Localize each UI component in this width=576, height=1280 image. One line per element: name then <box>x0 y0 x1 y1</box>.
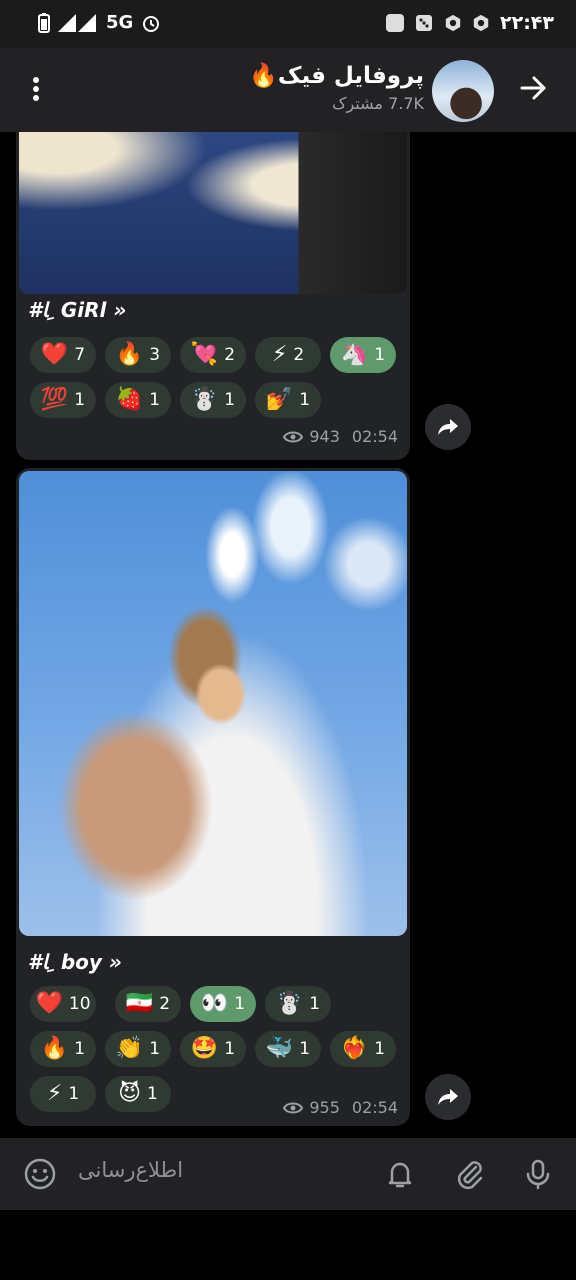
forward-button-2[interactable] <box>425 1074 471 1120</box>
post-meta-2: 955 02:54 <box>283 1098 398 1117</box>
app-notification-icon <box>386 14 404 32</box>
reaction-cupid-heart[interactable]: 💘 2 <box>180 337 246 373</box>
reaction-devil[interactable]: 😈 1 <box>105 1076 171 1112</box>
settings-hex-icon-2 <box>473 14 489 32</box>
post-photo-1[interactable] <box>19 132 407 294</box>
reaction-lightning[interactable]: ⚡ 2 <box>255 337 321 373</box>
battery-icon <box>38 12 50 33</box>
reaction-strawberry[interactable]: 🍓 1 <box>105 382 171 418</box>
share-arrow-icon <box>438 419 458 435</box>
post-time: 02:54 <box>351 1098 398 1117</box>
clock: ۲۲:۴۳ <box>500 12 554 34</box>
signal-icon <box>58 13 96 32</box>
reaction-lightning[interactable]: ⚡ 1 <box>30 1076 96 1112</box>
reaction-snowman[interactable]: ☃️ 1 <box>265 986 331 1022</box>
views-eye-icon <box>283 1102 304 1113</box>
reaction-iran-flag[interactable]: 🇮🇷 2 <box>115 986 181 1022</box>
reaction-whale[interactable]: 🐳 1 <box>255 1031 321 1067</box>
forward-button-1[interactable] <box>425 404 471 450</box>
dice-icon <box>416 15 432 31</box>
post-photo-2[interactable] <box>19 471 407 936</box>
post-time: 02:54 <box>351 427 398 446</box>
reaction-heart[interactable]: ❤️ 7 <box>30 337 96 373</box>
reaction-snowman[interactable]: ☃️ 1 <box>180 382 246 418</box>
message-bubble-2[interactable]: #ﺎ ِ boy » ❤️ 10 🇮🇷 2 👀 1 ☃️ 1 🔥 1 👏 1 🤩 1 🐳 1 ❤… <box>16 468 410 1126</box>
system-nav-bar <box>0 1210 576 1280</box>
status-bar: 5G ۲۲:۴۳ <box>0 0 576 48</box>
bottom-input-bar: اطلاع‌رسانی <box>0 1138 576 1210</box>
status-left: 5G <box>38 12 161 33</box>
post-caption-1: #ﺎ ِ GiRl » <box>28 298 127 322</box>
view-count: 943 <box>309 427 340 446</box>
reaction-fire[interactable]: 🔥 1 <box>30 1031 96 1067</box>
subscriber-count: 7.7K مشترک <box>332 94 424 113</box>
more-menu-icon[interactable] <box>24 74 48 106</box>
reaction-heart[interactable]: ❤️ 10 <box>30 986 96 1022</box>
back-arrow-icon[interactable] <box>516 70 552 106</box>
message-list[interactable]: #ﺎ ِ GiRl » ❤️ 7 🔥 3 💘 2 ⚡ 2 🦄 1 💯 1 🍓 1 ☃️ 1 💅 1… <box>0 132 576 1138</box>
views-eye-icon <box>283 431 304 442</box>
chat-header: پروفایل فیک🔥 7.7K مشترک <box>0 48 576 132</box>
settings-hex-icon <box>445 14 461 32</box>
reaction-heart-on-fire[interactable]: ❤️‍🔥 1 <box>330 1031 396 1067</box>
reaction-clap[interactable]: 👏 1 <box>105 1031 171 1067</box>
microphone-icon[interactable] <box>522 1158 554 1190</box>
share-arrow-icon <box>438 1089 458 1105</box>
emoji-icon[interactable] <box>24 1158 56 1190</box>
notification-toggle-text[interactable]: اطلاع‌رسانی <box>78 1158 183 1182</box>
attach-icon[interactable] <box>454 1158 486 1190</box>
network-type: 5G <box>106 12 134 33</box>
message-bubble-1[interactable]: #ﺎ ِ GiRl » ❤️ 7 🔥 3 💘 2 ⚡ 2 🦄 1 💯 1 🍓 1 ☃️ 1 💅 1… <box>16 132 410 460</box>
alarm-icon <box>143 15 160 32</box>
status-right: ۲۲:۴۳ <box>386 12 554 34</box>
view-count: 955 <box>309 1098 340 1117</box>
reaction-unicorn[interactable]: 🦄 1 <box>330 337 396 373</box>
reaction-eyes[interactable]: 👀 1 <box>190 986 256 1022</box>
reaction-hundred[interactable]: 💯 1 <box>30 382 96 418</box>
post-meta-1: 943 02:54 <box>283 427 398 446</box>
channel-avatar[interactable] <box>432 60 494 122</box>
post-caption-2: #ﺎ ِ boy » <box>28 950 122 974</box>
bell-icon[interactable] <box>384 1158 416 1190</box>
reaction-fire[interactable]: 🔥 3 <box>105 337 171 373</box>
reaction-nail-polish[interactable]: 💅 1 <box>255 382 321 418</box>
channel-title[interactable]: پروفایل فیک🔥 <box>249 62 424 89</box>
reaction-star-struck[interactable]: 🤩 1 <box>180 1031 246 1067</box>
